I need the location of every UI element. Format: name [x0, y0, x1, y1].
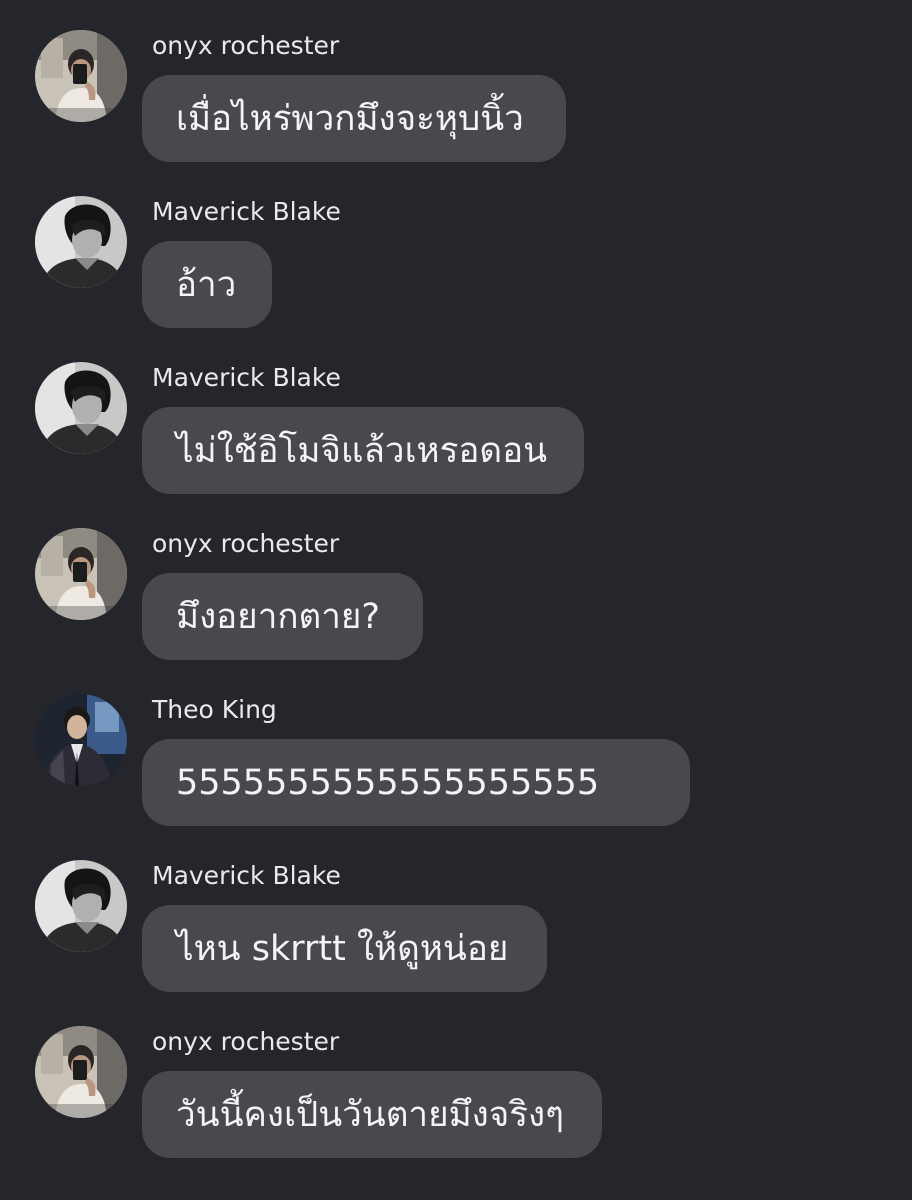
message-bubble[interactable]: ไม่ใช้อิโมจิแล้วเหรอดอน: [142, 407, 584, 494]
sender-name: onyx rochester: [152, 31, 340, 60]
maverick-avatar-icon: [35, 362, 127, 454]
theo-avatar-icon: [35, 694, 127, 786]
message-bubble[interactable]: 5555555555555555555: [142, 739, 690, 826]
avatar-onyx-rochester[interactable]: [35, 528, 127, 620]
message-row: Maverick Blake อ้าว: [0, 166, 912, 332]
message-text: 5555555555555555555: [176, 762, 600, 803]
message-row: Theo King 5555555555555555555: [0, 664, 912, 830]
avatar-maverick-blake[interactable]: [35, 196, 127, 288]
message-text: วันนี้คงเป็นวันตายมึงจริงๆ: [176, 1094, 564, 1135]
message-row: Maverick Blake ไหน skrrtt ให้ดูหน่อย: [0, 830, 912, 996]
message-text: ไม่ใช้อิโมจิแล้วเหรอดอน: [176, 430, 548, 471]
message-text: มึงอยากตาย?: [176, 596, 381, 637]
avatar-onyx-rochester[interactable]: [35, 1026, 127, 1118]
message-bubble[interactable]: อ้าว: [142, 241, 272, 328]
message-text: เมื่อไหร่พวกมึงจะหุบนิ้ว: [176, 98, 524, 139]
message-row: onyx rochester เมื่อไหร่พวกมึงจะหุบนิ้ว: [0, 0, 912, 166]
message-bubble[interactable]: เมื่อไหร่พวกมึงจะหุบนิ้ว: [142, 75, 566, 162]
message-bubble[interactable]: ไหน skrrtt ให้ดูหน่อย: [142, 905, 547, 992]
avatar-maverick-blake[interactable]: [35, 860, 127, 952]
avatar-maverick-blake[interactable]: [35, 362, 127, 454]
message-row: Maverick Blake ไม่ใช้อิโมจิแล้วเหรอดอน: [0, 332, 912, 498]
sender-name: Maverick Blake: [152, 861, 341, 890]
message-row: onyx rochester วันนี้คงเป็นวันตายมึงจริง…: [0, 996, 912, 1162]
sender-name: Maverick Blake: [152, 197, 341, 226]
sender-name: onyx rochester: [152, 1027, 340, 1056]
sender-name: onyx rochester: [152, 529, 340, 558]
avatar-theo-king[interactable]: [35, 694, 127, 786]
onyx-avatar-icon: [35, 1026, 127, 1118]
message-bubble[interactable]: มึงอยากตาย?: [142, 573, 423, 660]
message-text: อ้าว: [176, 264, 237, 305]
message-bubble[interactable]: วันนี้คงเป็นวันตายมึงจริงๆ: [142, 1071, 602, 1158]
maverick-avatar-icon: [35, 196, 127, 288]
message-text: ไหน skrrtt ให้ดูหน่อย: [176, 928, 509, 969]
message-row: onyx rochester มึงอยากตาย?: [0, 498, 912, 664]
maverick-avatar-icon: [35, 860, 127, 952]
sender-name: Maverick Blake: [152, 363, 341, 392]
onyx-avatar-icon: [35, 30, 127, 122]
avatar-onyx-rochester[interactable]: [35, 30, 127, 122]
sender-name: Theo King: [152, 695, 277, 724]
onyx-avatar-icon: [35, 528, 127, 620]
chat-thread: onyx rochester เมื่อไหร่พวกมึงจะหุบนิ้ว …: [0, 0, 912, 1200]
